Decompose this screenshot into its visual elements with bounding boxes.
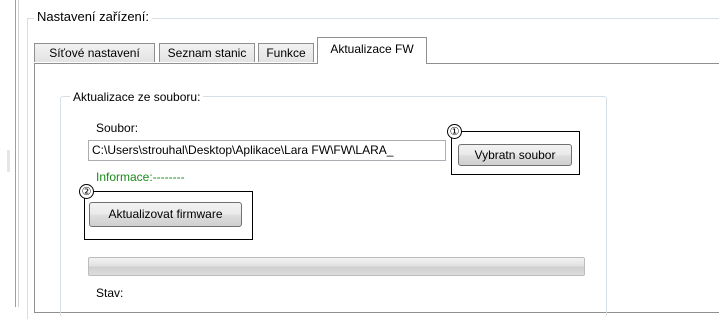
file-update-title: Aktualizace ze souboru: bbox=[70, 90, 204, 104]
file-path-field[interactable]: C:\Users\strouhal\Desktop\Aplikace\Lara … bbox=[88, 140, 446, 161]
tab-station-list[interactable]: Seznam stanic bbox=[159, 43, 255, 62]
update-firmware-button[interactable]: Aktualizovat firmware bbox=[89, 202, 242, 227]
splitter-grip[interactable] bbox=[7, 150, 10, 172]
info-text: Informace:-------- bbox=[96, 170, 185, 184]
update-progress-bar bbox=[88, 257, 585, 276]
annotation-number-2: ② bbox=[79, 184, 94, 199]
file-label: Soubor: bbox=[96, 121, 139, 135]
left-divider bbox=[15, 0, 16, 307]
tab-fw-update[interactable]: Aktualizace FW bbox=[317, 37, 427, 64]
tab-network-settings[interactable]: Síťové nastavení bbox=[34, 43, 155, 62]
left-divider-inner bbox=[18, 0, 19, 307]
tab-functions[interactable]: Funkce bbox=[258, 43, 314, 62]
annotation-number-1: ① bbox=[447, 124, 462, 139]
state-label: Stav: bbox=[96, 286, 124, 300]
choose-file-button[interactable]: Vybratn soubor bbox=[458, 144, 572, 166]
device-settings-title: Nastavení zařízení: bbox=[34, 9, 152, 24]
